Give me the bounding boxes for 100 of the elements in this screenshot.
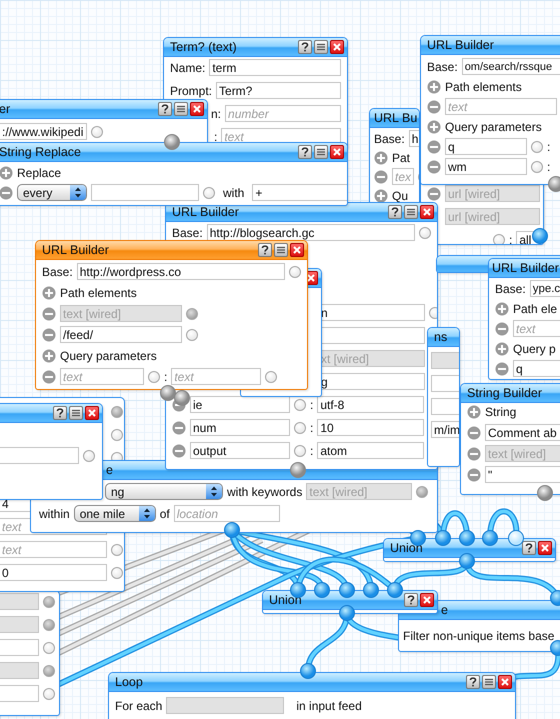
text-field[interactable] bbox=[0, 593, 39, 610]
text-field[interactable]: wm bbox=[445, 158, 527, 175]
remove-icon[interactable] bbox=[467, 468, 481, 482]
port-icon[interactable] bbox=[186, 308, 198, 320]
port-icon[interactable] bbox=[289, 266, 301, 278]
help-button[interactable] bbox=[298, 145, 312, 159]
add-icon[interactable] bbox=[495, 302, 509, 316]
remove-icon[interactable] bbox=[427, 186, 441, 200]
dropdown[interactable]: every bbox=[17, 184, 87, 201]
remove-icon[interactable] bbox=[427, 100, 441, 114]
collapse-button[interactable] bbox=[314, 145, 328, 159]
help-button[interactable] bbox=[522, 541, 536, 555]
text-field[interactable] bbox=[431, 352, 459, 369]
close-button[interactable] bbox=[330, 40, 344, 54]
port-icon[interactable] bbox=[43, 642, 55, 654]
dropdown[interactable]: one mile bbox=[74, 505, 156, 522]
port-icon[interactable] bbox=[416, 486, 428, 498]
port-icon[interactable] bbox=[111, 406, 123, 418]
text-field[interactable] bbox=[0, 662, 39, 679]
text-field[interactable] bbox=[0, 685, 39, 702]
text-field[interactable]: m/im bbox=[431, 421, 459, 438]
port-icon[interactable] bbox=[186, 328, 198, 340]
close-button[interactable] bbox=[290, 243, 304, 257]
port-icon[interactable] bbox=[43, 688, 55, 700]
port-icon[interactable] bbox=[111, 544, 123, 556]
remove-icon[interactable] bbox=[374, 170, 388, 184]
text-field[interactable]: Term? bbox=[216, 82, 341, 99]
close-button[interactable] bbox=[420, 593, 434, 607]
text-field[interactable]: q bbox=[445, 138, 527, 155]
text-field[interactable]: /feed/ bbox=[60, 326, 182, 343]
text-field[interactable]: utf-8 bbox=[317, 396, 424, 413]
help-button[interactable] bbox=[53, 406, 67, 420]
port-icon[interactable] bbox=[91, 126, 103, 138]
text-field[interactable]: 0 bbox=[0, 564, 107, 581]
remove-icon[interactable] bbox=[427, 160, 441, 174]
text-field[interactable] bbox=[431, 375, 459, 392]
connector-port-icon[interactable] bbox=[459, 530, 475, 546]
help-button[interactable] bbox=[404, 593, 418, 607]
port-icon[interactable] bbox=[43, 596, 55, 608]
remove-icon[interactable] bbox=[42, 328, 56, 342]
port-icon[interactable] bbox=[83, 450, 95, 462]
text-field[interactable]: ype.c bbox=[530, 280, 560, 297]
add-icon[interactable] bbox=[374, 150, 388, 164]
add-icon[interactable] bbox=[427, 120, 441, 134]
connector-port-icon[interactable] bbox=[550, 590, 560, 606]
connector-port-icon[interactable] bbox=[224, 522, 240, 538]
text-field[interactable] bbox=[0, 616, 39, 633]
port-icon[interactable] bbox=[203, 186, 215, 198]
collapse-button[interactable] bbox=[69, 406, 83, 420]
add-icon[interactable] bbox=[427, 80, 441, 94]
port-icon[interactable] bbox=[43, 618, 55, 630]
text-field[interactable]: http://wordpress.co bbox=[76, 263, 285, 280]
port-icon[interactable] bbox=[531, 140, 543, 152]
connector-port-icon[interactable] bbox=[300, 663, 316, 679]
help-button[interactable] bbox=[298, 40, 312, 54]
add-icon[interactable] bbox=[495, 342, 509, 356]
connector-port-icon[interactable] bbox=[164, 134, 180, 150]
remove-icon[interactable] bbox=[495, 322, 509, 336]
port-icon[interactable] bbox=[111, 566, 123, 578]
connector-port-icon[interactable] bbox=[435, 530, 451, 546]
remove-icon[interactable] bbox=[427, 140, 441, 154]
connector-port-icon[interactable] bbox=[532, 228, 548, 244]
port-icon[interactable] bbox=[265, 370, 278, 382]
remove-icon[interactable] bbox=[42, 370, 56, 384]
collapse-button[interactable] bbox=[274, 243, 288, 257]
connector-port-icon[interactable] bbox=[160, 385, 176, 401]
text-field[interactable]: atom bbox=[317, 442, 424, 459]
text-field[interactable]: num bbox=[190, 419, 290, 436]
remove-icon[interactable] bbox=[42, 306, 56, 320]
text-field[interactable]: 10 bbox=[317, 419, 424, 436]
remove-icon[interactable] bbox=[467, 426, 481, 440]
remove-icon[interactable] bbox=[172, 420, 186, 434]
port-icon[interactable] bbox=[419, 226, 431, 238]
close-button[interactable] bbox=[538, 541, 552, 555]
connector-port-icon[interactable] bbox=[459, 553, 475, 569]
text-field[interactable] bbox=[166, 697, 284, 714]
remove-icon[interactable] bbox=[495, 362, 509, 376]
add-icon[interactable] bbox=[467, 404, 481, 418]
close-button[interactable] bbox=[498, 675, 512, 689]
text-field[interactable] bbox=[91, 184, 199, 201]
close-button[interactable] bbox=[330, 145, 344, 159]
collapse-button[interactable] bbox=[314, 40, 328, 54]
port-icon[interactable] bbox=[294, 444, 306, 456]
text-field[interactable]: ://www.wikipedi bbox=[0, 123, 87, 140]
help-button[interactable] bbox=[158, 102, 172, 116]
help-button[interactable] bbox=[388, 205, 402, 219]
close-button[interactable] bbox=[85, 406, 99, 420]
text-field[interactable]: + bbox=[252, 184, 347, 201]
port-icon[interactable] bbox=[111, 428, 123, 440]
text-field[interactable] bbox=[0, 639, 39, 656]
connector-port-icon[interactable] bbox=[363, 582, 379, 598]
collapse-button[interactable] bbox=[404, 205, 418, 219]
connector-port-icon[interactable] bbox=[290, 462, 306, 478]
add-icon[interactable] bbox=[42, 348, 56, 362]
text-field[interactable]: q bbox=[513, 360, 560, 377]
text-field[interactable] bbox=[0, 447, 79, 464]
close-button[interactable] bbox=[420, 205, 434, 219]
connector-port-icon[interactable] bbox=[548, 176, 560, 192]
remove-icon[interactable] bbox=[172, 444, 186, 458]
connector-port-icon[interactable] bbox=[339, 582, 355, 598]
